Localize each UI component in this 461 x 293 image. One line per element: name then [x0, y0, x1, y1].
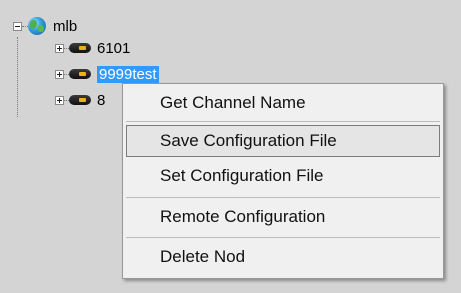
globe-icon — [28, 17, 46, 35]
tree-node-root[interactable]: mlb — [13, 15, 77, 37]
device-icon — [69, 69, 91, 79]
collapse-icon[interactable] — [13, 21, 22, 31]
tree-node-label: 6101 — [97, 39, 131, 57]
menu-item-delete-nod[interactable]: Delete Nod — [126, 241, 440, 273]
device-icon — [69, 95, 91, 105]
tree-node-device-selected[interactable]: 9999test — [55, 63, 159, 85]
menu-separator — [126, 237, 440, 238]
tree-node-device[interactable]: 6101 — [55, 37, 130, 59]
expand-icon[interactable] — [55, 69, 64, 79]
expand-icon[interactable] — [55, 43, 64, 53]
menu-item-get-channel-name[interactable]: Get Channel Name — [126, 87, 440, 119]
menu-item-save-configuration-file[interactable]: Save Configuration File — [126, 125, 440, 157]
tree-node-label: mlb — [53, 17, 78, 35]
device-icon — [69, 43, 91, 53]
tree-node-label: 9999test — [97, 65, 159, 83]
context-menu: Get Channel Name Save Configuration File… — [122, 83, 444, 279]
menu-item-set-configuration-file[interactable]: Set Configuration File — [126, 160, 440, 192]
tree-node-device[interactable]: 8 — [55, 89, 105, 111]
menu-separator — [126, 121, 440, 122]
menu-item-remote-configuration[interactable]: Remote Configuration — [126, 201, 440, 233]
menu-separator — [126, 197, 440, 198]
tree-connector-line — [17, 37, 18, 117]
tree-node-label: 8 — [97, 91, 106, 109]
expand-icon[interactable] — [55, 95, 64, 105]
